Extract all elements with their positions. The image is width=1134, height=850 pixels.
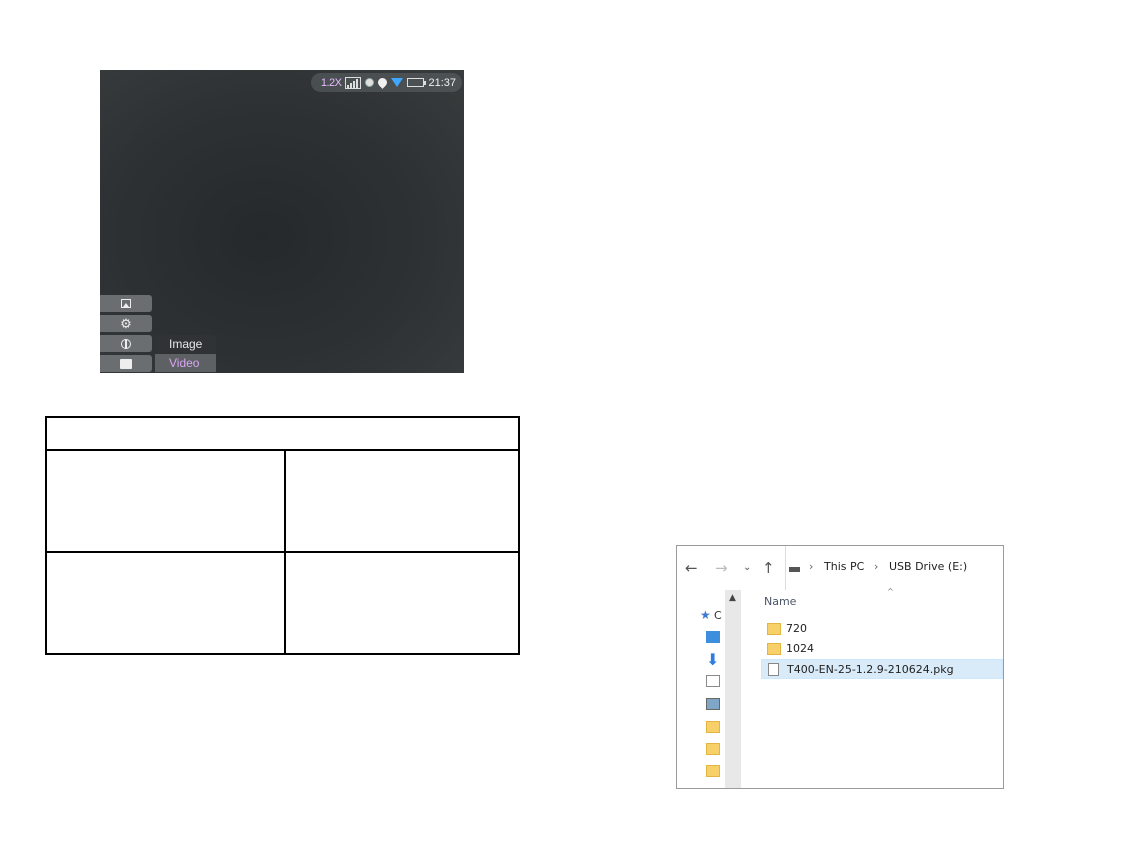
folder-icon[interactable] (706, 743, 720, 755)
forward-arrow-icon[interactable]: → (715, 559, 728, 577)
gallery-icon (121, 299, 131, 308)
navigation-bar: ← → ⌄ ↑ › This PC › USB Drive (E:) (677, 546, 1003, 590)
column-header-name[interactable]: Name (764, 595, 796, 608)
quick-access-label[interactable]: C (714, 609, 722, 622)
file-name: T400-EN-25-1.2.9-210624.pkg (787, 663, 954, 676)
zoom-level: 1.2X (320, 76, 342, 89)
clock-time: 21:37 (428, 76, 456, 89)
menu-settings-button[interactable]: ⚙ (100, 315, 152, 332)
documents-icon[interactable] (706, 675, 720, 687)
submenu-video[interactable]: Video (155, 354, 216, 372)
submenu-image[interactable]: Image (155, 335, 216, 353)
file-icon (768, 663, 779, 676)
download-icon[interactable]: ⬇ (706, 652, 720, 668)
back-arrow-icon[interactable]: ← (685, 559, 698, 577)
wifi-icon (391, 78, 404, 87)
empty-table (45, 416, 520, 655)
up-arrow-icon[interactable]: ↑ (762, 559, 775, 577)
list-item[interactable]: 720 (761, 619, 1003, 639)
folder-icon[interactable] (706, 721, 720, 733)
file-explorer-window: ← → ⌄ ↑ › This PC › USB Drive (E:) ★ C ⬇… (676, 545, 1004, 789)
globe-icon (121, 338, 131, 349)
folder-icon (120, 358, 132, 369)
recent-chevron-icon[interactable]: ⌄ (743, 562, 751, 573)
drive-icon (789, 567, 800, 572)
quick-access-pin-icon[interactable]: ★ (700, 608, 711, 622)
list-item[interactable]: 1024 (761, 639, 1003, 659)
breadcrumb-usb-drive[interactable]: USB Drive (E:) (889, 560, 967, 573)
folder-icon (767, 643, 781, 655)
status-bar: 1.2X 21:37 (310, 73, 462, 92)
pictures-icon[interactable] (706, 698, 720, 710)
table-cell (45, 449, 286, 553)
table-cell (45, 551, 286, 655)
battery-icon (407, 78, 427, 87)
chevron-right-icon: › (874, 560, 879, 573)
globe-status-icon (365, 78, 375, 87)
table-cell (284, 449, 520, 553)
menu-files-button[interactable] (100, 355, 152, 372)
scroll-up-icon[interactable]: ▲ (729, 593, 736, 603)
column-header-label: Name (764, 595, 797, 608)
file-name: 720 (786, 622, 807, 635)
table-header-cell (45, 416, 520, 451)
scrollbar[interactable]: ▲ (725, 590, 741, 788)
sort-caret-icon: ^ (887, 587, 894, 596)
desktop-icon[interactable] (706, 631, 720, 643)
breadcrumb-this-pc[interactable]: This PC (824, 560, 864, 573)
gear-icon: ⚙ (120, 316, 132, 331)
device-screen: 1.2X 21:37 ⚙ Image Video (100, 70, 464, 373)
menu-gallery-button[interactable] (100, 295, 152, 312)
table-cell (284, 551, 520, 655)
list-item-selected[interactable]: T400-EN-25-1.2.9-210624.pkg (761, 659, 1003, 679)
file-list: Name ^ 720 1024 T400-EN-25-1.2.9-210624.… (761, 587, 1003, 788)
folder-icon[interactable] (706, 765, 720, 777)
chevron-right-icon: › (809, 560, 814, 573)
menu-language-button[interactable] (100, 335, 152, 352)
folder-icon (767, 623, 781, 635)
file-name: 1024 (786, 642, 814, 655)
navigation-pane: ★ C ⬇ ▲ (677, 590, 741, 788)
signal-icon (345, 76, 362, 89)
address-bar[interactable]: › This PC › USB Drive (E:) (785, 546, 1003, 590)
location-icon (376, 76, 390, 89)
